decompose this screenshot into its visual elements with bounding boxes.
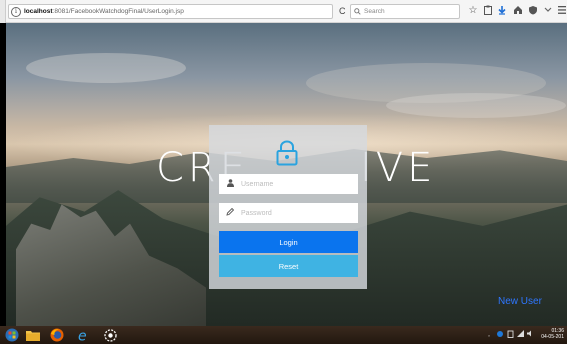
password-field[interactable]: Password xyxy=(219,203,358,223)
taskbar-clock[interactable]: 01:36 04-05-201 xyxy=(540,328,564,340)
menu-icon[interactable] xyxy=(556,5,567,17)
overflow-icon[interactable] xyxy=(542,5,554,17)
pencil-icon xyxy=(225,207,235,218)
username-field[interactable]: Username xyxy=(219,174,358,194)
home-icon[interactable] xyxy=(512,5,524,17)
tray-bluetooth-icon[interactable] xyxy=(497,330,503,340)
search-placeholder: Search xyxy=(364,8,385,15)
folder-icon[interactable] xyxy=(25,327,41,343)
clipboard-icon[interactable] xyxy=(482,5,494,17)
url-path: :8081/FacebookWatchdogFinal/UserLogin.js… xyxy=(52,8,184,15)
shield-icon[interactable] xyxy=(527,5,539,17)
brand-text-right: IVE xyxy=(360,145,437,191)
new-user-link[interactable]: New User xyxy=(498,296,542,307)
ie-icon[interactable]: e xyxy=(76,327,92,343)
lock-icon xyxy=(276,140,298,166)
tray-battery-icon[interactable] xyxy=(507,330,514,340)
login-button[interactable]: Login xyxy=(219,231,358,253)
info-icon[interactable]: i xyxy=(11,6,21,17)
search-icon xyxy=(354,8,361,15)
tray-network-icon[interactable] xyxy=(517,330,524,339)
star-icon[interactable]: ☆ xyxy=(467,5,479,17)
url-host: localhost xyxy=(24,8,53,15)
window-edge xyxy=(0,0,6,23)
reload-icon[interactable]: C xyxy=(339,6,346,16)
username-placeholder: Username xyxy=(241,180,274,188)
reset-button[interactable]: Reset xyxy=(219,255,358,277)
tray-chevron-icon[interactable]: ‸ xyxy=(488,330,490,337)
svg-text:e: e xyxy=(78,329,87,343)
password-placeholder: Password xyxy=(241,209,272,217)
search-input[interactable]: Search xyxy=(350,4,460,19)
download-icon[interactable] xyxy=(496,5,508,17)
settings-icon[interactable] xyxy=(102,327,118,343)
start-icon[interactable] xyxy=(4,327,20,343)
firefox-icon[interactable] xyxy=(49,327,65,343)
user-icon xyxy=(225,179,235,189)
clock-date: 04-05-201 xyxy=(541,334,564,340)
tray-volume-icon[interactable] xyxy=(527,330,534,339)
address-bar[interactable]: i localhost:8081/FacebookWatchdogFinal/U… xyxy=(8,4,333,19)
